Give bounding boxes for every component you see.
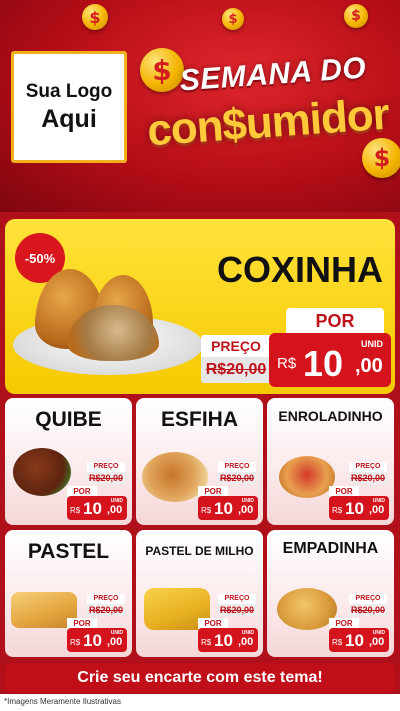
price-integer: 10	[345, 499, 364, 518]
price-decimal: ,00	[238, 504, 254, 516]
enroladinho-image	[279, 456, 335, 498]
footer: *Imagens Meramente Ilustrativas	[0, 694, 400, 711]
dollar-coin-icon: $	[222, 8, 244, 30]
por-label: POR	[286, 308, 384, 334]
product-card-enroladinho[interactable]: ENROLADINHO PREÇO R$20,00 POR UNID R$ 10…	[267, 398, 394, 525]
old-price-value: R$20,00	[349, 472, 387, 484]
old-price-label: PREÇO	[87, 594, 125, 604]
product-name: PASTEL DE MILHO	[145, 544, 254, 558]
currency-symbol: R$	[201, 506, 212, 515]
price-tag: UNID R$ 10 ,00	[329, 496, 389, 520]
product-card-esfiha[interactable]: ESFIHA PREÇO R$20,00 POR UNID R$ 10 ,00	[136, 398, 263, 525]
currency-symbol: R$	[277, 355, 297, 372]
currency-symbol: R$	[70, 638, 81, 647]
old-price-value: R$20,00	[87, 604, 125, 616]
dollar-coin-icon: $	[362, 138, 400, 178]
old-price-label: PREÇO	[218, 462, 256, 472]
old-price-label: PREÇO	[201, 335, 271, 357]
featured-product-card[interactable]: -50% COXINHA PREÇO R$20,00 POR UNID R$ 1…	[5, 219, 395, 394]
logo-placeholder[interactable]: Sua Logo Aqui	[11, 51, 127, 163]
quibe-image	[13, 448, 71, 496]
product-name: ENROLADINHO	[278, 408, 383, 424]
old-price-label: PREÇO	[218, 594, 256, 604]
old-price-value: R$20,00	[87, 472, 125, 484]
unit-label: UNID	[361, 339, 383, 349]
price-integer: 10	[214, 499, 233, 518]
price-tag: UNID R$ 10 ,00	[67, 628, 127, 652]
disclaimer-text: *Imagens Meramente Ilustrativas	[4, 697, 121, 706]
logo-text-line1: Sua Logo	[25, 80, 113, 102]
price-tag: UNID R$ 10 ,00	[198, 628, 258, 652]
price-integer: 10	[345, 631, 364, 650]
campaign-title-bottom: con$umidor	[145, 89, 391, 156]
product-card-quibe[interactable]: QUIBE PREÇO R$20,00 POR UNID R$ 10 ,00	[5, 398, 132, 525]
old-price-value: R$20,00	[201, 357, 271, 383]
old-price-label: PREÇO	[87, 462, 125, 472]
old-price-label: PREÇO	[349, 462, 387, 472]
price-decimal: ,00	[238, 636, 254, 648]
product-name: ESFIHA	[160, 408, 238, 431]
price-integer: 10	[83, 631, 102, 650]
currency-symbol: R$	[70, 506, 81, 515]
empadinha-image	[277, 588, 337, 630]
dollar-coin-icon: $	[82, 4, 108, 30]
hero-banner: $ $ $ $ $ Sua Logo Aqui SEMANA DO con$um…	[0, 0, 400, 212]
product-name: EMPADINHA	[282, 540, 379, 557]
product-card-empadinha[interactable]: EMPADINHA PREÇO R$20,00 POR UNID R$ 10 ,…	[267, 530, 394, 657]
price-integer: 10	[214, 631, 233, 650]
product-card-pastel-de-milho[interactable]: PASTEL DE MILHO PREÇO R$20,00 POR UNID R…	[136, 530, 263, 657]
price-tag: UNID R$ 10 ,00	[269, 333, 391, 387]
currency-symbol: R$	[332, 506, 343, 515]
old-price-label: PREÇO	[349, 594, 387, 604]
price-integer: 10	[83, 499, 102, 518]
old-price-value: R$20,00	[349, 604, 387, 616]
dollar-coin-icon: $	[344, 4, 368, 28]
price-tag: UNID R$ 10 ,00	[67, 496, 127, 520]
product-card-pastel[interactable]: PASTEL PREÇO R$20,00 POR UNID R$ 10 ,00	[5, 530, 132, 657]
price-decimal: ,00	[107, 636, 123, 648]
price-decimal: ,00	[107, 504, 123, 516]
price-decimal: ,00	[355, 355, 383, 377]
featured-product-name: COXINHA	[216, 249, 383, 290]
old-price-value: R$20,00	[218, 604, 256, 616]
price-integer: 10	[303, 343, 344, 384]
currency-symbol: R$	[332, 638, 343, 647]
logo-text-line2: Aqui	[41, 104, 97, 133]
product-name: PASTEL	[27, 540, 110, 563]
product-name: QUIBE	[35, 408, 102, 431]
price-decimal: ,00	[369, 636, 385, 648]
cta-banner[interactable]: Crie seu encarte com este tema!	[5, 663, 395, 693]
price-decimal: ,00	[369, 504, 385, 516]
currency-symbol: R$	[201, 638, 212, 647]
old-price-value: R$20,00	[218, 472, 256, 484]
price-tag: UNID R$ 10 ,00	[198, 496, 258, 520]
price-tag: UNID R$ 10 ,00	[329, 628, 389, 652]
